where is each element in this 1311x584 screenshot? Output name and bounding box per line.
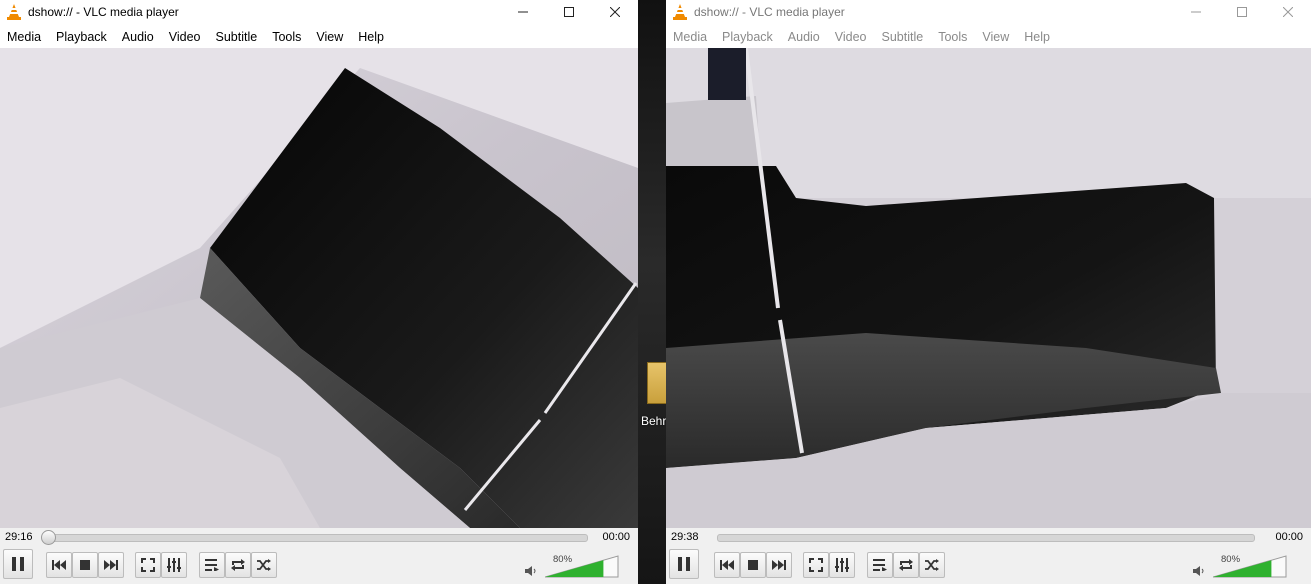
shuffle-icon (257, 559, 271, 571)
desktop-background: Behr (638, 0, 666, 584)
desktop-icon-label: Behr (641, 414, 666, 428)
volume-slider[interactable]: 80% (1213, 554, 1287, 578)
shuffle-button[interactable] (919, 552, 945, 578)
window-title: dshow:// - VLC media player (28, 5, 179, 19)
equalizer-icon (167, 558, 181, 572)
playlist-icon (205, 559, 219, 571)
menu-view[interactable]: View (309, 30, 351, 44)
minimize-button[interactable] (1173, 0, 1219, 24)
stop-icon (80, 560, 90, 570)
stop-button[interactable] (72, 552, 98, 578)
menu-help[interactable]: Help (1017, 30, 1058, 44)
fullscreen-icon (141, 558, 155, 572)
vlc-window-left: dshow:// - VLC media player Media Playba… (0, 0, 638, 584)
vlc-cone-icon (673, 4, 687, 20)
previous-button[interactable] (714, 552, 740, 578)
maximize-button[interactable] (1219, 0, 1265, 24)
pause-button[interactable] (669, 549, 699, 579)
loop-button[interactable] (225, 552, 251, 578)
volume-percent: 80% (1221, 554, 1241, 565)
title-bar[interactable]: dshow:// - VLC media player (666, 0, 1311, 26)
stop-icon (748, 560, 758, 570)
elapsed-time: 29:38 (671, 531, 699, 543)
menu-view[interactable]: View (975, 30, 1017, 44)
menu-video[interactable]: Video (162, 30, 209, 44)
skip-forward-icon (104, 560, 118, 570)
maximize-icon (564, 7, 574, 17)
fullscreen-icon (809, 558, 823, 572)
next-button[interactable] (98, 552, 124, 578)
speaker-icon[interactable] (1193, 565, 1205, 577)
skip-back-icon (52, 560, 66, 570)
loop-icon (231, 559, 245, 571)
control-bar: 80% (666, 546, 1311, 584)
title-bar[interactable]: dshow:// - VLC media player (0, 0, 638, 26)
menu-subtitle[interactable]: Subtitle (209, 30, 266, 44)
speaker-icon[interactable] (525, 565, 537, 577)
playlist-icon (873, 559, 887, 571)
total-time: 00:00 (1275, 531, 1303, 543)
total-time: 00:00 (602, 531, 630, 543)
skip-back-icon (720, 560, 734, 570)
vlc-window-right: dshow:// - VLC media player Media Playba… (666, 0, 1311, 584)
window-title: dshow:// - VLC media player (694, 5, 845, 19)
minimize-button[interactable] (500, 0, 546, 24)
minimize-icon (518, 11, 528, 13)
menu-media[interactable]: Media (0, 30, 49, 44)
playlist-button[interactable] (867, 552, 893, 578)
previous-button[interactable] (46, 552, 72, 578)
pause-icon (678, 557, 690, 571)
loop-button[interactable] (893, 552, 919, 578)
close-icon (610, 7, 620, 17)
maximize-icon (1237, 7, 1247, 17)
menu-audio[interactable]: Audio (115, 30, 162, 44)
menu-help[interactable]: Help (351, 30, 392, 44)
seek-slider[interactable] (717, 534, 1255, 542)
skip-forward-icon (772, 560, 786, 570)
menu-video[interactable]: Video (828, 30, 875, 44)
seek-handle[interactable] (41, 530, 56, 545)
pause-button[interactable] (3, 549, 33, 579)
loop-icon (899, 559, 913, 571)
extended-settings-button[interactable] (829, 552, 855, 578)
video-frame-right (666, 48, 1311, 528)
seek-slider[interactable] (41, 530, 588, 545)
seek-bar-row: 29:38 00:00 (666, 528, 1311, 546)
menu-media[interactable]: Media (666, 30, 715, 44)
volume-percent: 80% (553, 554, 573, 565)
volume-slider[interactable]: 80% (545, 554, 619, 578)
seek-bar-row: 29:16 00:00 (0, 528, 638, 546)
menu-playback[interactable]: Playback (49, 30, 115, 44)
shuffle-icon (925, 559, 939, 571)
menu-tools[interactable]: Tools (265, 30, 309, 44)
menu-tools[interactable]: Tools (931, 30, 975, 44)
folder-icon[interactable] (647, 362, 666, 404)
video-display[interactable] (0, 48, 638, 528)
fullscreen-button[interactable] (135, 552, 161, 578)
menu-playback[interactable]: Playback (715, 30, 781, 44)
menu-subtitle[interactable]: Subtitle (875, 30, 932, 44)
maximize-button[interactable] (546, 0, 592, 24)
minimize-icon (1191, 11, 1201, 13)
next-button[interactable] (766, 552, 792, 578)
close-button[interactable] (1265, 0, 1311, 24)
menu-bar: Media Playback Audio Video Subtitle Tool… (0, 26, 638, 48)
stop-button[interactable] (740, 552, 766, 578)
elapsed-time: 29:16 (5, 531, 33, 543)
equalizer-icon (835, 558, 849, 572)
close-icon (1283, 7, 1293, 17)
close-button[interactable] (592, 0, 638, 24)
extended-settings-button[interactable] (161, 552, 187, 578)
playlist-button[interactable] (199, 552, 225, 578)
vlc-cone-icon (7, 4, 21, 20)
video-frame-left (0, 48, 638, 528)
shuffle-button[interactable] (251, 552, 277, 578)
video-display[interactable] (666, 48, 1311, 528)
menu-bar: Media Playback Audio Video Subtitle Tool… (666, 26, 1311, 48)
menu-audio[interactable]: Audio (781, 30, 828, 44)
fullscreen-button[interactable] (803, 552, 829, 578)
control-bar: 80% (0, 546, 638, 584)
pause-icon (12, 557, 24, 571)
